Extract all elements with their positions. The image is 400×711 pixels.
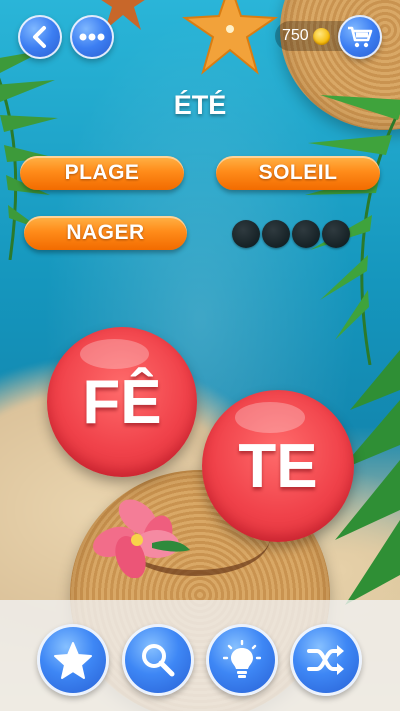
- lightbulb-icon: [223, 640, 261, 678]
- chevron-left-icon: [33, 26, 46, 48]
- shop-button[interactable]: [338, 15, 382, 59]
- more-options-button[interactable]: [70, 15, 114, 59]
- found-word-plage: PLAGE: [20, 156, 184, 190]
- empty-letter-slot: [262, 220, 290, 248]
- magnifier-icon: [142, 644, 175, 677]
- letter-bubble-fe[interactable]: FÊ: [47, 327, 197, 477]
- coin-count: 750: [282, 27, 309, 44]
- back-button[interactable]: [18, 15, 62, 59]
- more-dots-icon: [79, 33, 105, 41]
- found-word-soleil: SOLEIL: [216, 156, 380, 190]
- search-hint-button[interactable]: [122, 624, 194, 696]
- lightbulb-hint-button[interactable]: [206, 624, 278, 696]
- empty-letter-slot: [292, 220, 320, 248]
- starfish-icon: [182, 0, 278, 75]
- star-icon: [54, 642, 92, 679]
- letter-bubble-te[interactable]: TE: [202, 390, 354, 542]
- coin-icon: [312, 27, 330, 45]
- hidden-word-slots: [232, 220, 350, 248]
- category-title: ÉTÉ: [173, 90, 227, 120]
- shopping-cart-icon: [348, 26, 373, 48]
- found-word-nager: NAGER: [24, 216, 187, 250]
- empty-letter-slot: [232, 220, 260, 248]
- shuffle-button[interactable]: [290, 624, 362, 696]
- hibiscus-flower-icon: [93, 499, 190, 578]
- favorite-button[interactable]: [37, 624, 109, 696]
- empty-letter-slot: [322, 220, 350, 248]
- shuffle-icon: [307, 645, 344, 675]
